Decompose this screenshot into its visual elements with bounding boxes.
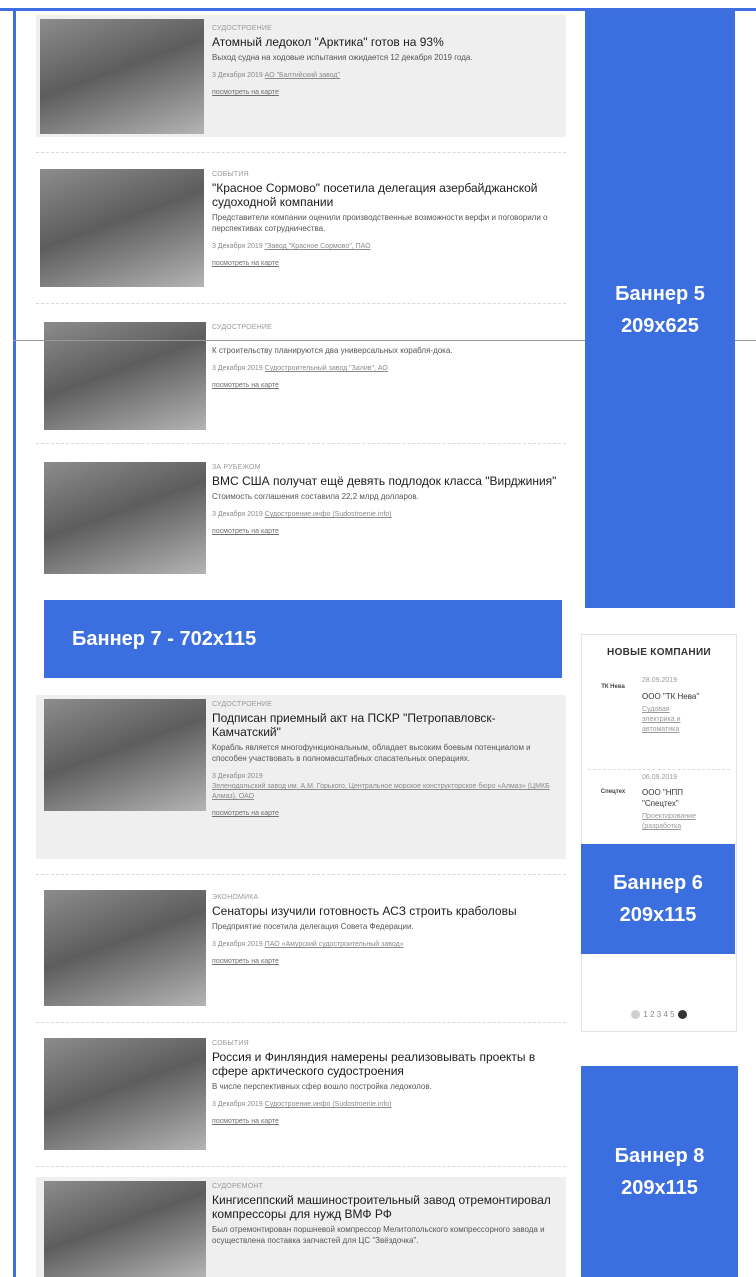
news-item[interactable]: ЗА РУБЕЖОМ ВМС США получат ещё девять по…	[36, 456, 566, 580]
banner-5-label: Баннер 5	[615, 282, 705, 305]
news-description: К строительству планируются два универса…	[212, 346, 453, 355]
news-item[interactable]: СОБЫТИЯ "Красное Сормово" посетила делег…	[36, 165, 566, 290]
news-title[interactable]: Атомный ледокол "Арктика" готов на 93%	[212, 35, 558, 49]
map-link[interactable]: посмотреть на карте	[212, 260, 279, 267]
news-item[interactable]: СУДОСТРОЕНИЕ Атомный ледокол "Арктика" г…	[36, 15, 566, 137]
company-logo[interactable]: Спецтех	[592, 786, 634, 798]
banner-8-size: 209x115	[621, 1176, 698, 1199]
divider	[36, 1166, 566, 1167]
news-category[interactable]: СУДОСТРОЕНИЕ	[212, 701, 558, 708]
news-date: 3 Декабря 2019	[212, 1101, 263, 1108]
map-link[interactable]: посмотреть на карте	[212, 1118, 279, 1125]
news-category[interactable]: ЗА РУБЕЖОМ	[212, 464, 558, 471]
news-description: Был отремонтирован поршневой компрессор …	[212, 1225, 545, 1245]
divider	[36, 874, 566, 875]
divider	[36, 152, 566, 153]
banner-7-label: Баннер 7 - 702x115	[72, 627, 257, 650]
news-title[interactable]: "Красное Сормово" посетила делегация азе…	[212, 181, 558, 209]
company-name[interactable]: ООО "НПП	[642, 787, 683, 798]
news-thumbnail[interactable]	[40, 19, 204, 134]
news-title[interactable]: Подписан приемный акт на ПСКР "Петропавл…	[212, 711, 558, 739]
news-item[interactable]: СУДОСТРОЕНИЕ К строительству планируются…	[36, 318, 566, 430]
news-thumbnail[interactable]	[44, 890, 206, 1006]
news-date: 3 Декабря 2019	[212, 72, 263, 79]
company-date: 06.09.2019	[642, 774, 678, 781]
news-category[interactable]: СУДОСТРОЕНИЕ	[212, 25, 558, 32]
news-source-link[interactable]: АО "Балтийский завод"	[265, 72, 340, 79]
news-thumbnail[interactable]	[44, 1181, 206, 1277]
frame-left-border	[13, 8, 16, 1277]
news-source-link[interactable]: "Завод "Красное Сормово", ПАО	[265, 243, 371, 250]
company-date: 28.09.2019	[642, 677, 678, 684]
divider	[36, 443, 566, 444]
news-item[interactable]: ЭКОНОМИКА Сенаторы изучили готовность АС…	[36, 888, 566, 1010]
divider	[36, 303, 566, 304]
news-description: Выход судна на ходовые испытания ожидает…	[212, 53, 473, 62]
news-category[interactable]: СУДОРЕМОНТ	[212, 1183, 558, 1190]
news-category[interactable]: СОБЫТИЯ	[212, 171, 558, 178]
company-name[interactable]: ООО "ТК Нева"	[642, 691, 699, 702]
company-item[interactable]: Спецтех 06.09.2019 ООО "НПП "Спецтех" Пр…	[588, 769, 730, 840]
company-activity[interactable]: электрика и	[642, 715, 681, 725]
news-source-link[interactable]: Судостроение.инфо (Sudostroenie.info)	[265, 511, 392, 518]
company-activity[interactable]: Проектирование	[642, 812, 696, 822]
page-numbers[interactable]: 1 2 3 4 5	[643, 1010, 674, 1019]
news-source-link[interactable]: Зеленодольский завод им. А.М. Горького, …	[212, 783, 550, 800]
company-activity[interactable]: Судовая	[642, 705, 670, 715]
banner-6-label: Баннер 6	[613, 872, 703, 894]
news-item[interactable]: СУДОСТРОЕНИЕ Подписан приемный акт на ПС…	[36, 695, 566, 859]
next-page-icon[interactable]	[677, 1010, 687, 1019]
prev-page-icon[interactable]	[631, 1010, 641, 1019]
news-item[interactable]: СУДОРЕМОНТ Кингисеппский машиностроитель…	[36, 1177, 566, 1277]
map-link[interactable]: посмотреть на карте	[212, 958, 279, 965]
news-thumbnail[interactable]	[44, 322, 206, 430]
news-title[interactable]: Россия и Финляндия намерены реализовыват…	[212, 1050, 558, 1078]
divider	[36, 1022, 566, 1023]
banner-6-size: 209x115	[619, 904, 697, 926]
news-description: Представители компании оценили производс…	[212, 213, 548, 233]
news-title[interactable]: ВМС США получат ещё девять подлодок клас…	[212, 474, 558, 488]
news-thumbnail[interactable]	[40, 169, 204, 287]
news-source-link[interactable]: ПАО «Амурский судостроительный завод»	[265, 941, 404, 948]
company-name-cont[interactable]: "Спецтех"	[642, 798, 679, 809]
new-companies-heading: НОВЫЕ КОМПАНИИ	[607, 647, 711, 658]
news-thumbnail[interactable]	[44, 699, 206, 811]
banner-5[interactable]: Баннер 5 209x625	[585, 11, 735, 608]
news-item[interactable]: СОБЫТИЯ Россия и Финляндия намерены реал…	[36, 1034, 566, 1154]
new-companies-widget: НОВЫЕ КОМПАНИИ ТК Нева 28.09.2019 ООО "Т…	[581, 634, 737, 1032]
map-link[interactable]: посмотреть на карте	[212, 382, 279, 389]
news-description: В числе перспективных сфер вошло построй…	[212, 1082, 432, 1091]
news-date: 3 Декабря 2019	[212, 365, 263, 372]
banner-7[interactable]: Баннер 7 - 702x115	[44, 600, 562, 678]
banner-8[interactable]: Баннер 8 209x115	[581, 1066, 738, 1277]
news-category[interactable]: СУДОСТРОЕНИЕ	[212, 324, 558, 331]
pagination: 1 2 3 4 5	[582, 1010, 736, 1019]
news-date: 3 Декабря 2019	[212, 511, 263, 518]
news-category[interactable]: СОБЫТИЯ	[212, 1040, 558, 1047]
banner-5-size: 209x625	[621, 314, 699, 337]
news-description: Стоимость соглашения составила 22,2 млрд…	[212, 492, 419, 501]
banner-6[interactable]: Баннер 6 209x115	[581, 844, 735, 954]
news-thumbnail[interactable]	[44, 462, 206, 574]
news-thumbnail[interactable]	[44, 1038, 206, 1150]
news-description: Предприятие посетила делегация Совета Фе…	[212, 922, 414, 931]
banner-8-label: Баннер 8	[614, 1144, 705, 1167]
company-activity[interactable]: (разработка	[642, 822, 681, 832]
news-description: Корабль является многофункциональным, об…	[212, 743, 531, 763]
news-title[interactable]: Кингисеппский машиностроительный завод о…	[212, 1193, 558, 1221]
news-category[interactable]: ЭКОНОМИКА	[212, 894, 558, 901]
news-source-link[interactable]: Судостроительный завод "Залив", АО	[265, 365, 388, 372]
company-activity[interactable]: автоматика	[642, 725, 679, 735]
news-source-link[interactable]: Судостроение.инфо (Sudostroenie.info)	[265, 1101, 392, 1108]
map-link[interactable]: посмотреть на карте	[212, 89, 279, 96]
news-date: 3 Декабря 2019	[212, 773, 263, 780]
news-date: 3 Декабря 2019	[212, 941, 263, 948]
news-date: 3 Декабря 2019	[212, 243, 263, 250]
map-link[interactable]: посмотреть на карте	[212, 528, 279, 535]
map-link[interactable]: посмотреть на карте	[212, 810, 279, 817]
company-logo[interactable]: ТК Нева	[592, 681, 634, 693]
news-title[interactable]: Сенаторы изучили готовность АСЗ строить …	[212, 904, 558, 918]
company-item[interactable]: ТК Нева 28.09.2019 ООО "ТК Нева" Судовая…	[588, 677, 730, 752]
